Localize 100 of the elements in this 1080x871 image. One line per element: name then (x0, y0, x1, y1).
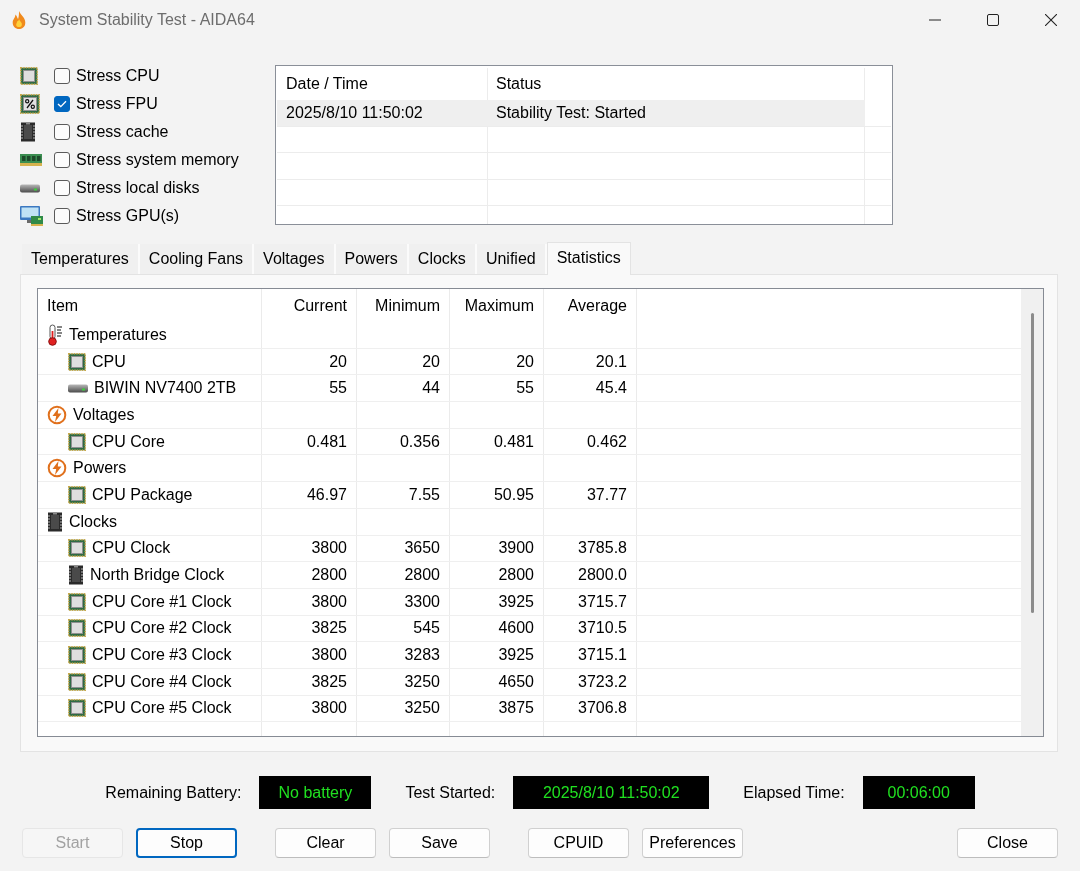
category-label: Voltages (73, 405, 135, 424)
column-header[interactable]: Maximum (449, 290, 543, 322)
checkbox-label[interactable]: Stress system memory (76, 151, 239, 169)
log-row[interactable]: 2025/8/10 11:50:02 Stability Test: Started (277, 100, 865, 126)
table-cell: 44 (422, 379, 440, 398)
table-cell: 3785.8 (578, 539, 627, 558)
table-cell: 3706.8 (578, 699, 627, 718)
cpu-chip-icon (68, 539, 86, 558)
tab[interactable]: Statistics (546, 242, 631, 275)
table-cell: CPU Clock (92, 539, 171, 558)
window-title: System Stability Test - AIDA64 (39, 11, 255, 29)
column-header[interactable]: Item (38, 290, 261, 322)
table-cell: 3900 (498, 539, 534, 558)
close-icon (1045, 14, 1057, 26)
checkbox[interactable] (54, 152, 70, 168)
table-cell: CPU Core #3 Clock (92, 646, 232, 665)
table-cell: 20 (516, 352, 534, 371)
table-cell: 45.4 (595, 379, 627, 398)
table-cell: CPU Core #1 Clock (92, 592, 232, 611)
cpu-chip-icon (68, 619, 86, 638)
table-cell: 3825 (311, 672, 347, 691)
checkbox[interactable] (54, 96, 70, 112)
cpu-chip-icon (68, 646, 86, 665)
status-label: Remaining Battery: (105, 783, 242, 802)
checkbox[interactable] (54, 124, 70, 140)
table-cell: CPU Package (92, 485, 193, 504)
checkbox-label[interactable]: Stress GPU(s) (76, 207, 180, 225)
checkbox-label[interactable]: Stress FPU (76, 95, 158, 113)
table-cell: 3825 (311, 619, 347, 638)
status-value: 00:06:00 (862, 776, 975, 809)
column-header[interactable]: Minimum (356, 290, 449, 322)
column-header[interactable]: Current (261, 290, 356, 322)
push-button[interactable]: Close (957, 828, 1058, 858)
table-cell: 20.1 (595, 352, 627, 371)
table-cell: 2800 (498, 566, 534, 585)
table-cell-text: Stability Test: Started (495, 102, 647, 123)
table-cell: 3250 (404, 699, 440, 718)
push-button[interactable]: Clear (275, 828, 376, 858)
table-cell: 55 (516, 379, 534, 398)
table-cell: 0.481 (306, 432, 347, 451)
table-cell: 0.481 (493, 432, 534, 451)
table-cell: 3800 (311, 646, 347, 665)
table-cell: 0.462 (586, 432, 627, 451)
drive-icon (20, 183, 40, 193)
cpu-chip-icon (68, 432, 86, 451)
checkbox[interactable] (54, 68, 70, 84)
percent-chip-icon (20, 94, 40, 114)
table-cell-text: 2025/8/10 11:50:02 (285, 102, 424, 123)
table-cell: 3875 (498, 699, 534, 718)
checkbox-label[interactable]: Stress CPU (76, 67, 160, 85)
status-label: Elapsed Time: (743, 783, 845, 802)
table-cell: CPU Core (92, 432, 165, 451)
table-cell: 20 (422, 352, 440, 371)
push-button[interactable]: Preferences (642, 828, 743, 858)
table-cell: 3283 (404, 646, 440, 665)
table-cell: CPU Core #5 Clock (92, 699, 232, 718)
table-cell: 3925 (498, 592, 534, 611)
status-value: 2025/8/10 11:50:02 (513, 776, 710, 809)
table-cell: CPU Core #4 Clock (92, 672, 232, 691)
push-button[interactable]: Stop (136, 828, 237, 858)
table-cell: 50.95 (493, 485, 534, 504)
flame-icon (10, 10, 28, 30)
table-cell: BIWIN NV7400 2TB (94, 379, 237, 398)
cpu-chip-icon (68, 672, 86, 691)
cpu-chip-icon (68, 352, 86, 371)
table-cell: 37.77 (586, 485, 627, 504)
checkbox-label[interactable]: Stress local disks (76, 179, 200, 197)
status-label: Test Started: (405, 783, 496, 802)
table-cell: CPU (92, 352, 126, 371)
table-cell: 46.97 (306, 485, 347, 504)
table-cell: 4650 (498, 672, 534, 691)
checkbox-label[interactable]: Stress cache (76, 123, 169, 141)
table-cell: 3925 (498, 646, 534, 665)
drive-icon (68, 383, 88, 393)
checkbox[interactable] (54, 180, 70, 196)
table-cell: North Bridge Clock (90, 566, 225, 585)
thermometer-icon (47, 323, 63, 346)
push-button[interactable]: Save (389, 828, 490, 858)
table-cell: 545 (413, 619, 440, 638)
table-cell: 2800.0 (578, 566, 627, 585)
scrollbar[interactable] (1021, 289, 1043, 736)
table-cell: 3800 (311, 699, 347, 718)
cpu-chip-icon (20, 67, 38, 85)
checkbox[interactable] (54, 208, 70, 224)
category-label: Temperatures (69, 325, 167, 344)
push-button[interactable]: CPUID (528, 828, 629, 858)
table-cell: 3650 (404, 539, 440, 558)
cpu-chip-icon (68, 592, 86, 611)
category-label: Clocks (69, 512, 117, 531)
chip-icon (20, 122, 36, 142)
table-cell: 2800 (311, 566, 347, 585)
scrollbar-thumb[interactable] (1030, 313, 1034, 613)
chip-icon (47, 511, 63, 532)
table-cell: 55 (329, 379, 347, 398)
maximize-icon (987, 14, 999, 26)
cpu-chip-icon (68, 485, 86, 504)
table-cell: 3250 (404, 672, 440, 691)
table-cell: 3800 (311, 592, 347, 611)
category-label: Powers (73, 459, 127, 478)
column-header[interactable]: Average (543, 290, 636, 322)
